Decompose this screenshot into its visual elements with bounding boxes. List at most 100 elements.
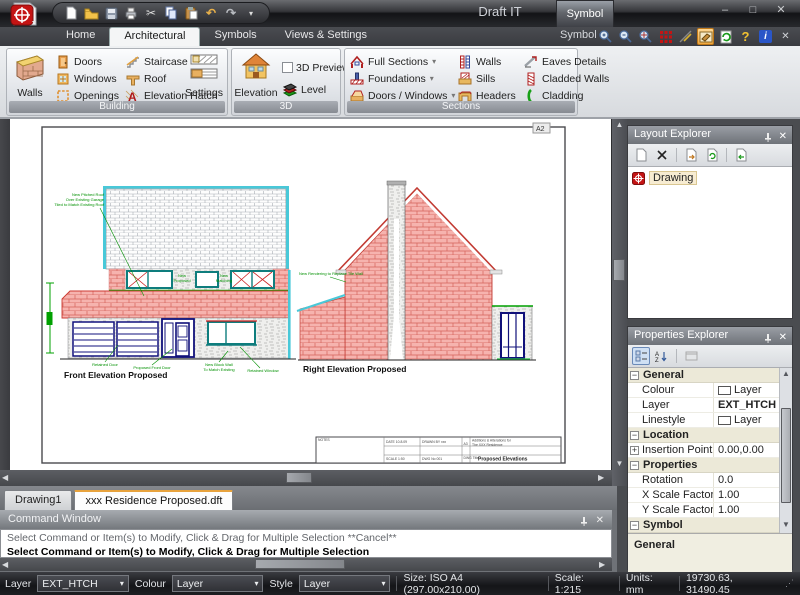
prop-colour[interactable]: Colour Layer xyxy=(628,383,792,398)
properties-explorer-close-icon[interactable]: ✕ xyxy=(779,329,787,346)
redo-icon[interactable]: ↷ xyxy=(223,5,239,21)
pgrid-thumb[interactable] xyxy=(781,408,791,503)
full-sections-button[interactable]: Full Sections▾ xyxy=(349,53,436,70)
expand-icon[interactable]: + xyxy=(630,446,639,455)
colour-dropdown[interactable]: Layer▾ xyxy=(172,575,264,592)
tab-symbols[interactable]: Symbols xyxy=(200,27,270,46)
minimize-button[interactable]: – xyxy=(714,3,736,18)
pin-icon[interactable] xyxy=(764,132,772,142)
prop-layer[interactable]: Layer EXT_HTCH xyxy=(628,398,792,413)
eaves-details-button[interactable]: Eaves Details xyxy=(523,53,606,70)
cmdscroll-thumb[interactable] xyxy=(255,559,345,569)
pin-icon[interactable] xyxy=(764,333,772,343)
roof-button[interactable]: Roof xyxy=(125,70,166,87)
export-layout-icon[interactable] xyxy=(732,146,750,164)
category-general[interactable]: −General xyxy=(628,368,792,383)
scroll-left-icon[interactable]: ◀ xyxy=(2,473,8,482)
collapse-icon[interactable]: − xyxy=(630,431,639,440)
sort-az-icon[interactable]: AZ xyxy=(653,347,671,365)
ribbon-close-icon[interactable]: ✕ xyxy=(777,28,794,45)
scroll-up-icon[interactable]: ▲ xyxy=(612,120,627,129)
undo-icon[interactable]: ↶ xyxy=(203,5,219,21)
command-window-log[interactable]: Select Command or Item(s) to Modify, Cli… xyxy=(0,529,612,558)
app-logo-icon[interactable] xyxy=(8,1,42,27)
layout-explorer-title: Layout Explorer xyxy=(634,128,711,140)
zoom-in-icon[interactable] xyxy=(597,28,614,45)
prop-linestyle[interactable]: Linestyle Layer xyxy=(628,413,792,428)
tab-architectural[interactable]: Architectural xyxy=(109,27,200,46)
help-icon[interactable]: ? xyxy=(737,28,754,45)
scroll-down-icon[interactable]: ▼ xyxy=(612,459,627,468)
collapse-icon[interactable]: − xyxy=(630,461,639,470)
command-window-close-icon[interactable]: ✕ xyxy=(596,512,604,530)
scroll-right-icon[interactable]: ▶ xyxy=(599,560,605,569)
command-hscrollbar[interactable]: ◀ ▶ xyxy=(0,558,612,571)
new-file-icon[interactable] xyxy=(63,5,79,21)
canvas-hscrollbar[interactable]: ◀ ▶ xyxy=(0,470,612,486)
staircase-button[interactable]: Staircase xyxy=(125,53,188,70)
print-icon[interactable] xyxy=(123,5,139,21)
property-pages-icon[interactable] xyxy=(682,347,700,365)
resize-grip-icon[interactable]: ⋰ xyxy=(785,578,795,589)
doors-button[interactable]: Doors xyxy=(55,53,102,70)
drawing-canvas[interactable]: A2 xyxy=(0,119,612,470)
prop-rotation[interactable]: Rotation 0.0 xyxy=(628,473,792,488)
doc-tab-drawing1[interactable]: Drawing1 xyxy=(4,490,72,510)
import-layout-icon[interactable] xyxy=(682,146,700,164)
scroll-up-icon[interactable]: ▲ xyxy=(780,369,792,378)
scroll-right-icon[interactable]: ▶ xyxy=(598,473,604,482)
3d-preview-checkbox[interactable]: 3D Preview xyxy=(282,59,350,76)
tab-home[interactable]: Home xyxy=(52,27,109,46)
copy-icon[interactable] xyxy=(163,5,179,21)
collapse-icon[interactable]: − xyxy=(630,521,639,530)
prop-insertion-point[interactable]: +Insertion Point 0.00,0.00 xyxy=(628,443,792,458)
scroll-left-icon[interactable]: ◀ xyxy=(2,560,8,569)
close-button[interactable]: ✕ xyxy=(770,3,792,18)
pin-icon[interactable] xyxy=(580,516,588,526)
canvas-vscrollbar[interactable]: ▲ ▼ xyxy=(612,119,627,486)
walls-button[interactable]: Walls xyxy=(8,52,52,102)
context-tab-symbol[interactable]: Symbol xyxy=(556,0,614,27)
save-icon[interactable] xyxy=(103,5,119,21)
maximize-button[interactable]: □ xyxy=(742,3,764,18)
cut-icon[interactable]: ✂ xyxy=(143,5,159,21)
qat-customize-caret-icon[interactable]: ▾ xyxy=(243,5,259,21)
paste-icon[interactable] xyxy=(183,5,199,21)
layout-explorer-close-icon[interactable]: ✕ xyxy=(779,128,787,145)
sills-button[interactable]: Sills xyxy=(457,70,495,87)
sections-walls-button[interactable]: Walls xyxy=(457,53,501,70)
prop-yscale[interactable]: Y Scale Factor 1.00 xyxy=(628,503,792,518)
scroll-down-icon[interactable]: ▼ xyxy=(780,520,792,529)
zoom-extents-icon[interactable] xyxy=(637,28,654,45)
refresh-icon[interactable] xyxy=(717,28,734,45)
tab-views-settings[interactable]: Views & Settings xyxy=(271,27,381,46)
level-button[interactable]: Level xyxy=(282,81,326,98)
new-layout-icon[interactable] xyxy=(632,146,650,164)
settings-button[interactable]: Settings xyxy=(183,52,225,102)
foundations-button[interactable]: Foundations▾ xyxy=(349,70,434,87)
vscroll-thumb[interactable] xyxy=(613,259,625,281)
style-dropdown[interactable]: Layer▾ xyxy=(299,575,391,592)
elevation-button[interactable]: Elevation xyxy=(234,52,278,102)
open-file-icon[interactable] xyxy=(83,5,99,21)
properties-vscrollbar[interactable]: ▲ ▼ xyxy=(779,368,792,533)
hscroll-thumb[interactable] xyxy=(286,472,312,483)
category-location[interactable]: −Location xyxy=(628,428,792,443)
cladded-walls-button[interactable]: Cladded Walls xyxy=(523,70,609,87)
prop-xscale[interactable]: X Scale Factor 1.00 xyxy=(628,488,792,503)
doc-tab-residence[interactable]: xxx Residence Proposed.dft xyxy=(74,490,233,510)
category-symbol[interactable]: −Symbol xyxy=(628,518,792,533)
categorized-view-icon[interactable] xyxy=(632,347,650,365)
info-icon[interactable]: i xyxy=(757,28,774,45)
layout-item-drawing[interactable]: Drawing xyxy=(632,171,722,185)
layer-dropdown[interactable]: EXT_HTCH▾ xyxy=(37,575,129,592)
ortho-line-icon[interactable] xyxy=(677,28,694,45)
collapse-icon[interactable]: − xyxy=(630,371,639,380)
category-properties[interactable]: −Properties xyxy=(628,458,792,473)
windows-button[interactable]: Windows xyxy=(55,70,117,87)
snap-grid-icon[interactable] xyxy=(657,28,674,45)
sketch-mode-icon[interactable] xyxy=(697,28,714,45)
delete-layout-icon[interactable] xyxy=(653,146,671,164)
zoom-out-icon[interactable] xyxy=(617,28,634,45)
update-layout-icon[interactable] xyxy=(703,146,721,164)
